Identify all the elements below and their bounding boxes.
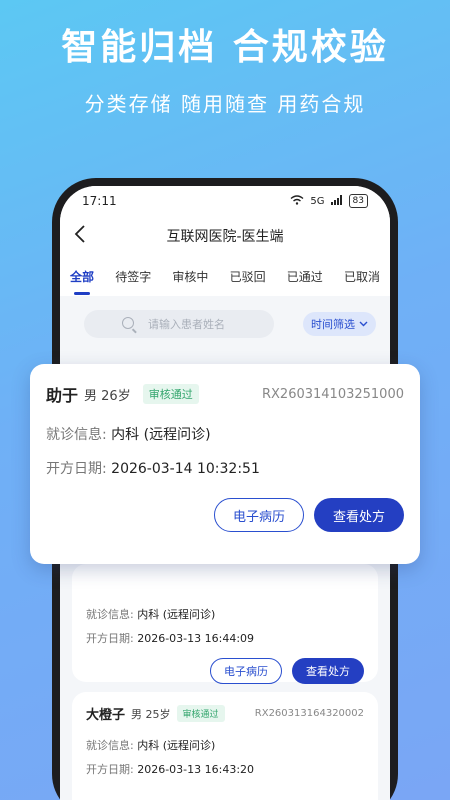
visit-info-label: 就诊信息: [46, 427, 107, 443]
hero-subtitle: 分类存储 随用随查 用药合规 [84, 92, 366, 116]
page-title: 互联网医院-医生端 [166, 229, 284, 245]
status-badge: 审核通过 [142, 384, 199, 404]
time-filter-label: 时间筛选 [311, 318, 355, 331]
prescribe-date-row: 开方日期: 2026-03-13 16:44:09 [86, 630, 364, 646]
visit-info-value: 内科 (远程问诊) [137, 739, 216, 752]
chevron-down-icon [359, 319, 368, 330]
prescription-card: 大橙子 男 25岁 审核通过 RX260313164320002 就诊信息: 内… [72, 692, 378, 800]
emr-button[interactable]: 电子病历 [210, 658, 282, 684]
card-actions: 电子病历 查看处方 [86, 658, 364, 684]
tab-all[interactable]: 全部 [70, 262, 94, 295]
status-tabs: 全部 待签字 审核中 已驳回 已通过 已取消 [60, 256, 390, 296]
prescription-number: RX260314103251000 [261, 386, 404, 402]
battery-icon: 83 [348, 194, 368, 208]
visit-info-label: 就诊信息: [86, 608, 134, 621]
prescription-card: 就诊信息: 内科 (远程问诊) 开方日期: 2026-03-13 16:44:0… [72, 564, 378, 684]
visit-info-row: 就诊信息: 内科 (远程问诊) [86, 606, 364, 622]
status-icons: 5G 83 [290, 194, 368, 208]
status-time: 17:11 [82, 194, 117, 208]
visit-info-value: 内科 (远程问诊) [111, 427, 211, 443]
prescribe-date-label: 开方日期: [46, 461, 107, 477]
visit-info-label: 就诊信息: [86, 739, 134, 752]
card-header: 大橙子 男 25岁 审核通过 RX260313164320002 [86, 704, 364, 723]
search-icon [122, 317, 134, 329]
back-arrow-icon[interactable] [74, 224, 94, 248]
prescribe-date-value: 2026-03-13 16:44:09 [137, 632, 255, 645]
tab-approved[interactable]: 已通过 [287, 262, 323, 291]
patient-name: 大橙子 [86, 708, 126, 723]
card-header: 助于 男 26岁 审核通过 RX260314103251000 [46, 382, 404, 406]
prescribe-date-value: 2026-03-14 10:32:51 [111, 461, 260, 477]
time-filter-button[interactable]: 时间筛选 [303, 312, 376, 336]
visit-info-row: 就诊信息: 内科 (远程问诊) [46, 424, 404, 444]
wifi-icon [290, 194, 304, 208]
navbar: 互联网医院-医生端 [60, 216, 390, 256]
search-row: 请输入患者姓名 时间筛选 [60, 296, 390, 338]
network-label: 5G [310, 195, 325, 207]
view-prescription-button[interactable]: 查看处方 [292, 658, 364, 684]
prescribe-date-value: 2026-03-13 16:43:20 [137, 763, 255, 776]
hero-title: 智能归档 合规校验 [61, 27, 389, 68]
prescription-number: RX260313164320002 [254, 708, 364, 719]
signal-icon [330, 194, 343, 208]
view-prescription-button[interactable]: 查看处方 [314, 498, 404, 532]
emr-button[interactable]: 电子病历 [214, 498, 304, 532]
tab-reviewing[interactable]: 审核中 [172, 262, 208, 291]
search-input[interactable]: 请输入患者姓名 [84, 310, 274, 338]
prescribe-date-label: 开方日期: [86, 632, 134, 645]
prescribe-date-row: 开方日期: 2026-03-13 16:43:20 [86, 761, 364, 777]
visit-info-value: 内科 (远程问诊) [137, 608, 216, 621]
tab-rejected[interactable]: 已驳回 [230, 262, 266, 291]
prescribe-date-row: 开方日期: 2026-03-14 10:32:51 [46, 458, 404, 478]
prescribe-date-label: 开方日期: [86, 763, 134, 776]
status-badge: 审核通过 [176, 705, 225, 722]
visit-info-row: 就诊信息: 内科 (远程问诊) [86, 737, 364, 753]
status-bar: 17:11 5G 83 [60, 186, 390, 216]
patient-name: 助于 [46, 386, 79, 405]
patient-meta: 男 25岁 [131, 707, 171, 721]
patient-meta: 男 26岁 [84, 388, 131, 404]
search-placeholder: 请输入患者姓名 [148, 318, 225, 331]
tab-cancelled[interactable]: 已取消 [344, 262, 380, 291]
tab-pending-sign[interactable]: 待签字 [115, 262, 151, 291]
card-actions: 电子病历 查看处方 [46, 498, 404, 532]
highlighted-prescription-card: 助于 男 26岁 审核通过 RX260314103251000 就诊信息: 内科… [30, 364, 420, 564]
